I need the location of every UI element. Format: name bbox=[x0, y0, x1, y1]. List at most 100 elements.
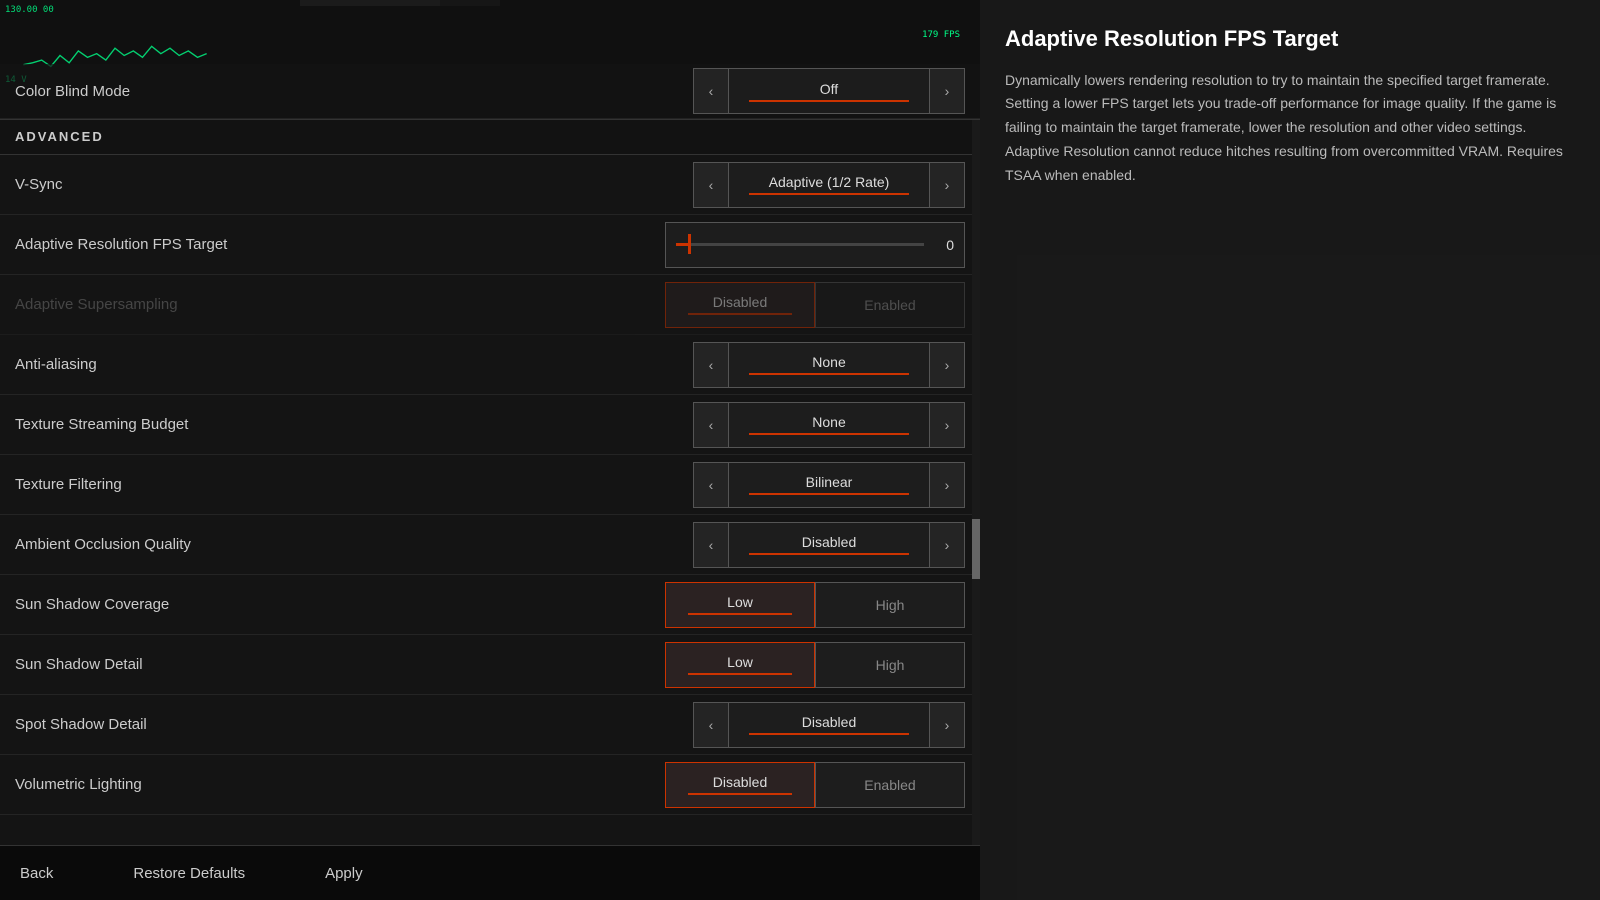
sun-shadow-coverage-low-text: Low bbox=[727, 594, 753, 610]
v-sync-label: V-Sync bbox=[15, 176, 665, 193]
v-sync-next[interactable]: › bbox=[929, 162, 965, 208]
adaptive-resolution-row: Adaptive Resolution FPS Target 0 bbox=[0, 215, 980, 275]
v-sync-value: Adaptive (1/2 Rate) bbox=[769, 174, 890, 190]
sun-shadow-coverage-control: Low High bbox=[665, 582, 965, 628]
help-title: Adaptive Resolution FPS Target bbox=[1005, 25, 1575, 54]
restore-defaults-button[interactable]: Restore Defaults bbox=[133, 865, 245, 882]
volumetric-lighting-row: Volumetric Lighting Disabled Enabled bbox=[0, 755, 980, 815]
color-blind-mode-prev[interactable]: ‹ bbox=[693, 68, 729, 114]
texture-filtering-underline bbox=[749, 493, 909, 495]
color-blind-mode-control: ‹ Off › bbox=[665, 68, 965, 114]
ambient-occlusion-underline bbox=[749, 553, 909, 555]
texture-streaming-budget-control: ‹ None › bbox=[665, 402, 965, 448]
adaptive-supersampling-row: Adaptive Supersampling Disabled Enabled bbox=[0, 275, 980, 335]
adaptive-resolution-track bbox=[676, 243, 924, 246]
anti-aliasing-underline bbox=[749, 373, 909, 375]
sun-shadow-coverage-high-text: High bbox=[876, 597, 905, 613]
sun-shadow-coverage-row: Sun Shadow Coverage Low High bbox=[0, 575, 980, 635]
color-blind-mode-underline bbox=[749, 100, 909, 102]
color-blind-mode-value: Off bbox=[820, 81, 838, 97]
v-sync-underline bbox=[749, 193, 909, 195]
right-panel: Adaptive Resolution FPS Target Dynamical… bbox=[980, 0, 1600, 900]
fps-label: 179 FPS bbox=[922, 30, 960, 40]
volumetric-lighting-opt1-text: Disabled bbox=[713, 774, 767, 790]
texture-streaming-budget-prev[interactable]: ‹ bbox=[693, 402, 729, 448]
color-blind-mode-row: Color Blind Mode ‹ Off › bbox=[0, 64, 980, 119]
adaptive-supersampling-disabled-btn[interactable]: Disabled bbox=[665, 282, 815, 328]
spot-shadow-detail-value-box: Disabled bbox=[729, 702, 929, 748]
color-blind-mode-label: Color Blind Mode bbox=[15, 83, 665, 100]
ambient-occlusion-value: Disabled bbox=[802, 534, 856, 550]
texture-streaming-budget-row: Texture Streaming Budget ‹ None › bbox=[0, 395, 980, 455]
anti-aliasing-control: ‹ None › bbox=[665, 342, 965, 388]
top-bar: 130.00 00 14 V 179 FPS Color Blind Mode … bbox=[0, 0, 980, 120]
adaptive-resolution-label: Adaptive Resolution FPS Target bbox=[15, 236, 665, 253]
v-sync-value-box: Adaptive (1/2 Rate) bbox=[729, 162, 929, 208]
anti-aliasing-label: Anti-aliasing bbox=[15, 356, 665, 373]
spot-shadow-detail-row: Spot Shadow Detail ‹ Disabled › bbox=[0, 695, 980, 755]
ambient-occlusion-prev[interactable]: ‹ bbox=[693, 522, 729, 568]
spot-shadow-detail-control: ‹ Disabled › bbox=[665, 702, 965, 748]
anti-aliasing-row: Anti-aliasing ‹ None › bbox=[0, 335, 980, 395]
v-sync-control: ‹ Adaptive (1/2 Rate) › bbox=[665, 162, 965, 208]
perf-overlay: 130.00 00 bbox=[5, 5, 54, 17]
ambient-occlusion-row: Ambient Occlusion Quality ‹ Disabled › bbox=[0, 515, 980, 575]
settings-list: ADVANCED V-Sync ‹ Adaptive (1/2 Rate) › … bbox=[0, 120, 980, 845]
adaptive-supersampling-opt1-underline bbox=[688, 313, 792, 315]
adaptive-supersampling-control: Disabled Enabled bbox=[665, 282, 965, 328]
v-sync-prev[interactable]: ‹ bbox=[693, 162, 729, 208]
back-button[interactable]: Back bbox=[20, 865, 53, 882]
volumetric-lighting-disabled-btn[interactable]: Disabled bbox=[665, 762, 815, 808]
spot-shadow-detail-value: Disabled bbox=[802, 714, 856, 730]
advanced-title: ADVANCED bbox=[15, 129, 104, 144]
spot-shadow-detail-next[interactable]: › bbox=[929, 702, 965, 748]
adaptive-supersampling-opt1-text: Disabled bbox=[713, 294, 767, 310]
advanced-header: ADVANCED bbox=[0, 120, 980, 155]
anti-aliasing-next[interactable]: › bbox=[929, 342, 965, 388]
sun-shadow-coverage-label: Sun Shadow Coverage bbox=[15, 596, 665, 613]
spot-shadow-detail-prev[interactable]: ‹ bbox=[693, 702, 729, 748]
adaptive-resolution-value: 0 bbox=[934, 237, 954, 253]
sun-shadow-detail-low-underline bbox=[688, 673, 792, 675]
apply-button[interactable]: Apply bbox=[325, 865, 363, 882]
perf-line1: 130.00 00 bbox=[5, 5, 54, 17]
adaptive-resolution-fill bbox=[676, 243, 688, 246]
sun-shadow-detail-low-btn[interactable]: Low bbox=[665, 642, 815, 688]
sun-shadow-detail-low-text: Low bbox=[727, 654, 753, 670]
volumetric-lighting-control: Disabled Enabled bbox=[665, 762, 965, 808]
texture-streaming-budget-value-box: None bbox=[729, 402, 929, 448]
sun-shadow-detail-label: Sun Shadow Detail bbox=[15, 656, 665, 673]
texture-filtering-value-box: Bilinear bbox=[729, 462, 929, 508]
ambient-occlusion-next[interactable]: › bbox=[929, 522, 965, 568]
sun-shadow-coverage-low-btn[interactable]: Low bbox=[665, 582, 815, 628]
sun-shadow-detail-row: Sun Shadow Detail Low High bbox=[0, 635, 980, 695]
help-description: Dynamically lowers rendering resolution … bbox=[1005, 69, 1575, 188]
volumetric-lighting-opt2-text: Enabled bbox=[864, 777, 915, 793]
texture-filtering-next[interactable]: › bbox=[929, 462, 965, 508]
volumetric-lighting-enabled-btn[interactable]: Enabled bbox=[815, 762, 965, 808]
color-blind-mode-next[interactable]: › bbox=[929, 68, 965, 114]
scrollbar-thumb[interactable] bbox=[972, 519, 980, 579]
adaptive-supersampling-enabled-btn[interactable]: Enabled bbox=[815, 282, 965, 328]
texture-filtering-prev[interactable]: ‹ bbox=[693, 462, 729, 508]
texture-filtering-label: Texture Filtering bbox=[15, 476, 665, 493]
v-sync-row: V-Sync ‹ Adaptive (1/2 Rate) › bbox=[0, 155, 980, 215]
texture-streaming-budget-underline bbox=[749, 433, 909, 435]
texture-streaming-budget-value: None bbox=[812, 414, 845, 430]
left-panel: 130.00 00 14 V 179 FPS Color Blind Mode … bbox=[0, 0, 980, 900]
volumetric-lighting-opt1-underline bbox=[688, 793, 792, 795]
scrollbar[interactable] bbox=[972, 120, 980, 845]
texture-filtering-row: Texture Filtering ‹ Bilinear › bbox=[0, 455, 980, 515]
sun-shadow-detail-high-text: High bbox=[876, 657, 905, 673]
texture-streaming-budget-next[interactable]: › bbox=[929, 402, 965, 448]
spot-shadow-detail-underline bbox=[749, 733, 909, 735]
color-blind-mode-value-box: Off bbox=[729, 68, 929, 114]
anti-aliasing-prev[interactable]: ‹ bbox=[693, 342, 729, 388]
sun-shadow-detail-high-btn[interactable]: High bbox=[815, 642, 965, 688]
texture-filtering-value: Bilinear bbox=[806, 474, 853, 490]
ambient-occlusion-control: ‹ Disabled › bbox=[665, 522, 965, 568]
adaptive-resolution-slider[interactable]: 0 bbox=[665, 222, 965, 268]
ambient-occlusion-value-box: Disabled bbox=[729, 522, 929, 568]
texture-filtering-control: ‹ Bilinear › bbox=[665, 462, 965, 508]
sun-shadow-coverage-high-btn[interactable]: High bbox=[815, 582, 965, 628]
